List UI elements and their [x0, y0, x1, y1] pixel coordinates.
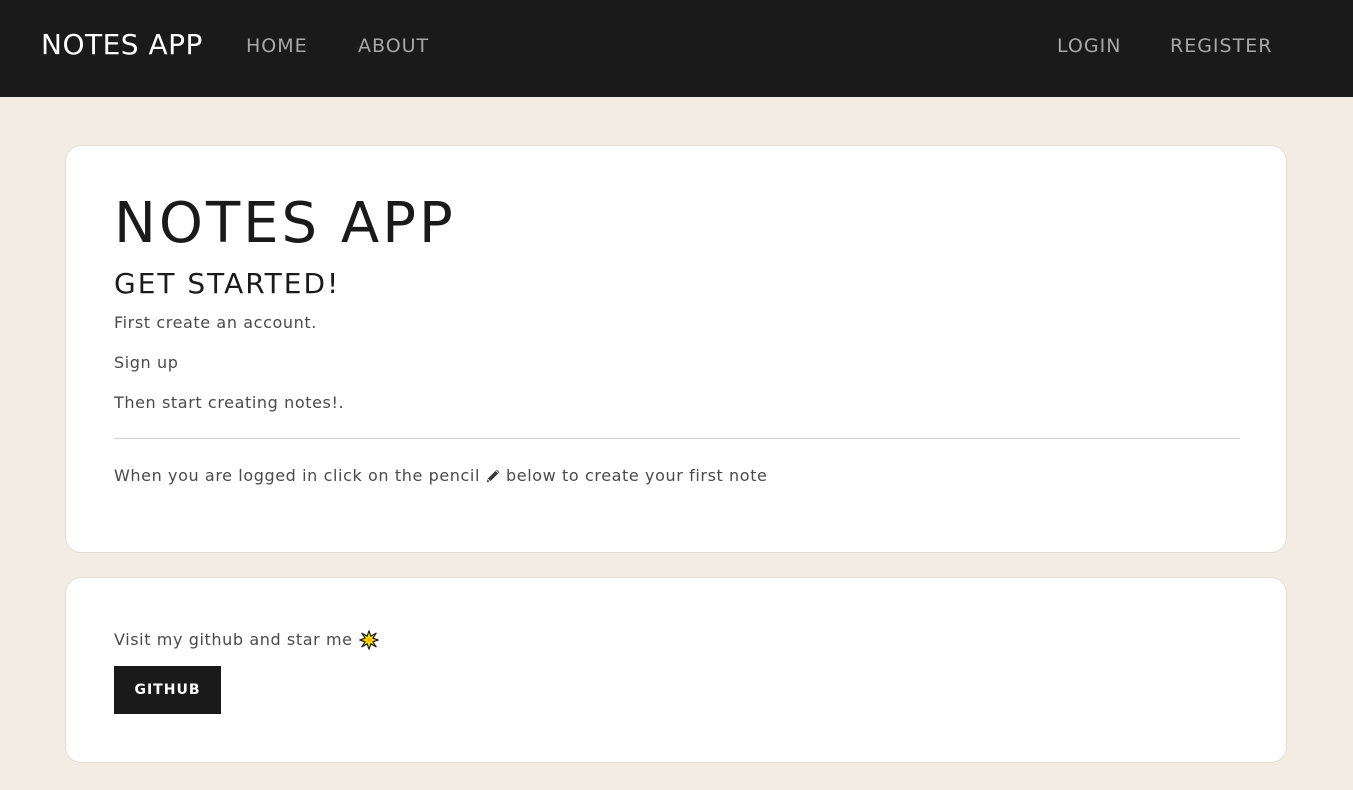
- divider: [114, 438, 1240, 439]
- pencil-instruction-suffix: below to create your first note: [506, 466, 768, 485]
- github-invite: Visit my github and star me: [114, 630, 379, 650]
- sign-up-text: Sign up: [114, 353, 179, 372]
- get-started-card: NOTES APP GET STARTED! First create an a…: [65, 145, 1287, 553]
- nav-register-link[interactable]: REGISTER: [1170, 35, 1272, 57]
- start-notes-text: Then start creating notes!.: [114, 393, 345, 412]
- pencil-instruction-prefix: When you are logged in click on the penc…: [114, 466, 481, 485]
- create-account-text: First create an account.: [114, 313, 317, 332]
- nav-login-link[interactable]: LOGIN: [1057, 35, 1121, 57]
- get-started-heading: GET STARTED!: [114, 267, 341, 300]
- github-button[interactable]: GITHUB: [114, 666, 221, 714]
- nav-about-link[interactable]: ABOUT: [358, 35, 429, 57]
- brand-link[interactable]: NOTES APP: [41, 28, 203, 61]
- github-card: Visit my github and star me GITHUB: [65, 577, 1287, 763]
- sparkle-icon: [358, 630, 379, 650]
- github-invite-text: Visit my github and star me: [114, 630, 353, 649]
- nav-home-link[interactable]: HOME: [246, 35, 308, 57]
- top-navbar: NOTES APP HOME ABOUT LOGIN REGISTER: [0, 0, 1353, 97]
- pencil-instruction: When you are logged in click on the penc…: [114, 468, 768, 484]
- pencil-icon: [485, 468, 501, 484]
- hero-title: NOTES APP: [114, 191, 456, 256]
